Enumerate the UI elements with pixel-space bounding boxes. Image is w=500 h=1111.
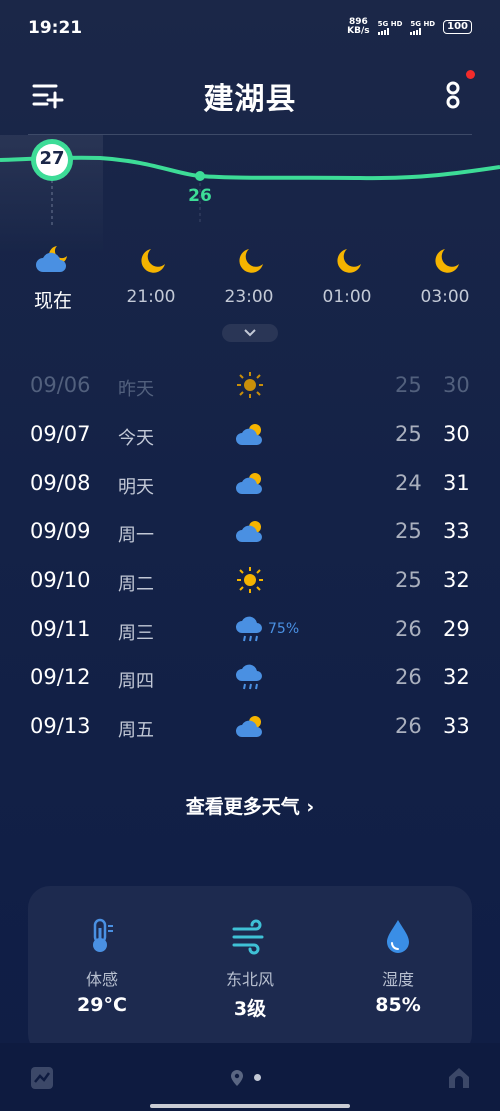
hour-label-now: 现在: [33, 290, 72, 312]
partly-cloudy-icon: [236, 424, 262, 445]
daily-row[interactable]: 09/12 周四 26 32: [0, 653, 500, 701]
signal-sim2-icon: 5G HD: [410, 20, 435, 35]
location-icon: [231, 1070, 243, 1086]
moon-icon: [239, 249, 263, 273]
humidity-metric: 湿度 85%: [338, 916, 458, 1016]
cloudy-moon-icon: [36, 246, 67, 272]
wind-icon: [232, 919, 264, 955]
more-weather-link[interactable]: 查看更多天气 ›: [0, 792, 500, 819]
network-speed: 896 KB/s: [347, 17, 370, 36]
collapse-hourly-button[interactable]: [222, 324, 278, 342]
status-icons: 896 KB/s 5G HD 5G HD 100: [347, 18, 472, 36]
partly-cloudy-icon: [236, 473, 262, 494]
hourly-temperature-curve: [0, 139, 500, 225]
moon-icon: [337, 249, 361, 273]
daily-row[interactable]: 09/09 周一 25 33: [0, 507, 500, 555]
moon-icon: [435, 249, 459, 273]
hour-label: 23:00: [224, 287, 274, 307]
trend-chart-icon[interactable]: [30, 1066, 54, 1090]
thermometer-icon: [93, 918, 113, 952]
sun-icon: [237, 567, 263, 593]
precip-probability: 75%: [268, 621, 300, 637]
daily-row[interactable]: 09/13 周五 26 33: [0, 702, 500, 750]
home-indicator[interactable]: [150, 1104, 350, 1108]
feels-like-metric: 体感 29°C: [42, 916, 162, 1016]
current-temp-marker: 27: [39, 148, 65, 169]
more-options-button[interactable]: [440, 74, 470, 114]
hour-label: 03:00: [420, 287, 470, 307]
sun-icon: [237, 372, 263, 398]
rain-icon: [236, 616, 262, 642]
low-temp-marker: 26: [188, 186, 212, 206]
moon-icon: [141, 249, 165, 273]
page-indicator-dot: [254, 1074, 261, 1081]
home-icon[interactable]: [446, 1065, 472, 1091]
page-title: 建湖县: [203, 82, 297, 117]
notification-dot: [466, 70, 475, 79]
chevron-down-icon: [244, 329, 256, 337]
battery-icon: 100: [443, 20, 472, 34]
status-time: 19:21: [28, 18, 83, 38]
hour-label: 01:00: [322, 287, 372, 307]
daily-row[interactable]: 09/08 明天 24 31: [0, 459, 500, 507]
partly-cloudy-icon: [236, 716, 262, 737]
bottom-bar: [0, 1043, 500, 1111]
daily-row[interactable]: 09/06 昨天 25 30: [0, 361, 500, 409]
daily-row[interactable]: 09/11 周三 75% 26 29: [0, 605, 500, 653]
signal-sim1-icon: 5G HD: [377, 20, 402, 35]
hour-label: 21:00: [126, 287, 176, 307]
rain-icon: [236, 664, 262, 690]
daily-row[interactable]: 09/07 今天 25 30: [0, 410, 500, 458]
partly-cloudy-icon: [236, 521, 262, 542]
water-drop-icon: [387, 920, 409, 953]
wind-metric: 东北风 3级: [190, 916, 310, 1021]
daily-row[interactable]: 09/10 周二 25 32: [0, 556, 500, 604]
